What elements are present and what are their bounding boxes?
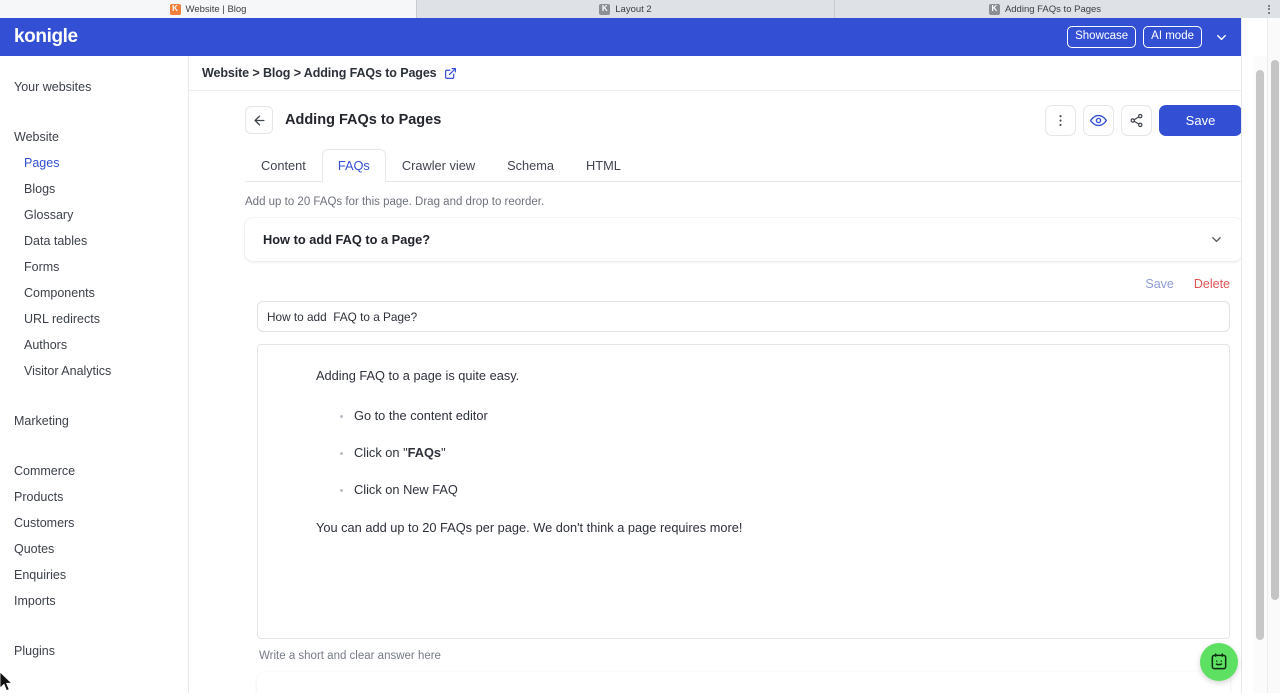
showcase-button[interactable]: Showcase: [1067, 26, 1136, 48]
sidebar-item-authors[interactable]: Authors: [6, 332, 188, 358]
browser-scrollbar-thumb[interactable]: [1271, 60, 1279, 600]
faq-answer-hint: Write a short and clear answer here: [245, 639, 1242, 662]
page-title-row: Adding FAQs to Pages Save: [245, 91, 1242, 145]
answer-closing: You can add up to 20 FAQs per page. We d…: [316, 519, 1195, 538]
external-link-icon[interactable]: [444, 67, 457, 80]
faq-row-actions: Save Delete: [245, 261, 1242, 301]
browser-tab-1[interactable]: K Layout 2: [417, 0, 835, 18]
save-button[interactable]: Save: [1159, 105, 1242, 136]
konigle-favicon-orange-icon: K: [170, 4, 181, 15]
sidebar-section-commerce: Commerce: [6, 458, 188, 484]
sidebar-top: Your websites Website Pages Blogs Glossa…: [0, 70, 188, 664]
sidebar-section-marketing: Marketing: [6, 408, 188, 434]
tabstrip-menu-icon[interactable]: [1262, 2, 1276, 16]
sidebar-item-pages[interactable]: Pages: [6, 150, 188, 176]
sidebar-item-components[interactable]: Components: [6, 280, 188, 306]
browser-tab-title: Website | Blog: [186, 4, 247, 15]
sidebar-item-customers[interactable]: Customers: [6, 510, 188, 536]
main-content: Website > Blog > Adding FAQs to Pages Ad…: [189, 56, 1280, 693]
tab-schema[interactable]: Schema: [491, 149, 570, 181]
tab-crawler-view[interactable]: Crawler view: [386, 149, 491, 181]
sidebar-item-data-tables[interactable]: Data tables: [6, 228, 188, 254]
sidebar-item-glossary[interactable]: Glossary: [6, 202, 188, 228]
faq-editor-page: Adding FAQs to Pages Save Content: [189, 91, 1280, 693]
page-actions: Save: [1045, 105, 1242, 136]
sidebar-item-blogs[interactable]: Blogs: [6, 176, 188, 202]
bullet-text: Click on ": [354, 445, 408, 460]
konigle-favicon-grey-icon: K: [989, 4, 1000, 15]
chat-widget-button[interactable]: [1200, 643, 1238, 681]
bullet-text-bold: FAQs: [408, 445, 441, 460]
faq-question-label: How to add FAQ to a Page?: [263, 232, 430, 247]
faq-save-link[interactable]: Save: [1145, 277, 1174, 291]
sidebar: Your websites Website Pages Blogs Glossa…: [0, 56, 189, 693]
browser-tab-0[interactable]: K Website | Blog: [0, 0, 417, 18]
chevron-down-icon[interactable]: [1209, 232, 1224, 247]
browser-tab-title: Adding FAQs to Pages: [1005, 4, 1101, 15]
browser-tab-title: Layout 2: [615, 4, 651, 15]
ai-mode-button[interactable]: AI mode: [1143, 26, 1202, 48]
page-title: Adding FAQs to Pages: [285, 112, 441, 128]
sidebar-section-website: Website: [6, 124, 188, 150]
sidebar-item-products[interactable]: Products: [6, 484, 188, 510]
sidebar-item-visitor-analytics[interactable]: Visitor Analytics: [6, 358, 188, 384]
faq-answer-editor-wrap: Adding FAQ to a page is quite easy. Go t…: [245, 332, 1242, 639]
app-header: konigle Showcase AI mode: [0, 18, 1241, 56]
sidebar-item-forms[interactable]: Forms: [6, 254, 188, 280]
browser-window-edge: [1241, 18, 1253, 693]
tab-bar: Content FAQs Crawler view Schema HTML: [245, 149, 1242, 182]
header-actions: Showcase AI mode: [1067, 25, 1233, 49]
sidebar-item-your-websites[interactable]: Your websites: [6, 74, 188, 100]
faq-delete-link[interactable]: Delete: [1194, 277, 1230, 291]
sidebar-spacer: [6, 100, 188, 114]
page-scrollbar[interactable]: [1253, 56, 1267, 693]
chevron-down-icon[interactable]: [1209, 25, 1233, 49]
breadcrumb[interactable]: Website > Blog > Adding FAQs to Pages: [202, 66, 437, 80]
browser-tab-2[interactable]: K Adding FAQs to Pages: [835, 0, 1255, 18]
browser-scrollbar[interactable]: [1267, 18, 1280, 693]
konigle-favicon-grey-icon: K: [599, 4, 610, 15]
sidebar-spacer: [6, 434, 188, 448]
faq-helper-text: Add up to 20 FAQs for this page. Drag an…: [245, 182, 1242, 218]
answer-bullet-item: Click on New FAQ: [340, 482, 1195, 497]
arrow-left-icon[interactable]: [245, 106, 273, 134]
sidebar-section-plugins[interactable]: Plugins: [6, 638, 188, 664]
sidebar-item-url-redirects[interactable]: URL redirects: [6, 306, 188, 332]
answer-bullet-item: Click on "FAQs": [340, 445, 1195, 460]
faq-question-input[interactable]: [257, 301, 1230, 332]
sidebar-item-imports[interactable]: Imports: [6, 588, 188, 614]
answer-bullet-list: Go to the content editor Click on "FAQs"…: [316, 408, 1195, 497]
app-body: Your websites Website Pages Blogs Glossa…: [0, 56, 1280, 693]
sidebar-spacer: [6, 384, 188, 398]
answer-intro: Adding FAQ to a page is quite easy.: [316, 367, 1195, 386]
tab-faqs[interactable]: FAQs: [322, 149, 386, 181]
breadcrumb-bar: Website > Blog > Adding FAQs to Pages: [189, 56, 1280, 91]
eye-icon[interactable]: [1083, 105, 1114, 136]
faq-accordion-header[interactable]: How to add FAQ to a Page?: [245, 218, 1242, 261]
share-icon[interactable]: [1121, 105, 1152, 136]
bullet-text: Click on New FAQ: [354, 482, 458, 497]
bullet-text-suffix: ": [441, 445, 446, 460]
page-scrollbar-thumb[interactable]: [1256, 70, 1264, 640]
faq-answer-editor[interactable]: Adding FAQ to a page is quite easy. Go t…: [257, 344, 1230, 639]
faq-next-row-card[interactable]: [257, 672, 1230, 693]
tab-content[interactable]: Content: [245, 149, 322, 181]
answer-bullet-item: Go to the content editor: [340, 408, 1195, 423]
browser-tabstrip: K Website | Blog K Layout 2 K Adding FAQ…: [0, 0, 1280, 18]
sidebar-item-enquiries[interactable]: Enquiries: [6, 562, 188, 588]
sidebar-spacer: [6, 614, 188, 628]
faq-question-input-wrap: [245, 301, 1242, 332]
sidebar-item-quotes[interactable]: Quotes: [6, 536, 188, 562]
brand-logo[interactable]: konigle: [14, 26, 78, 48]
bullet-text: Go to the content editor: [354, 408, 488, 423]
kebab-menu-icon[interactable]: [1045, 105, 1076, 136]
tab-html[interactable]: HTML: [570, 149, 637, 181]
